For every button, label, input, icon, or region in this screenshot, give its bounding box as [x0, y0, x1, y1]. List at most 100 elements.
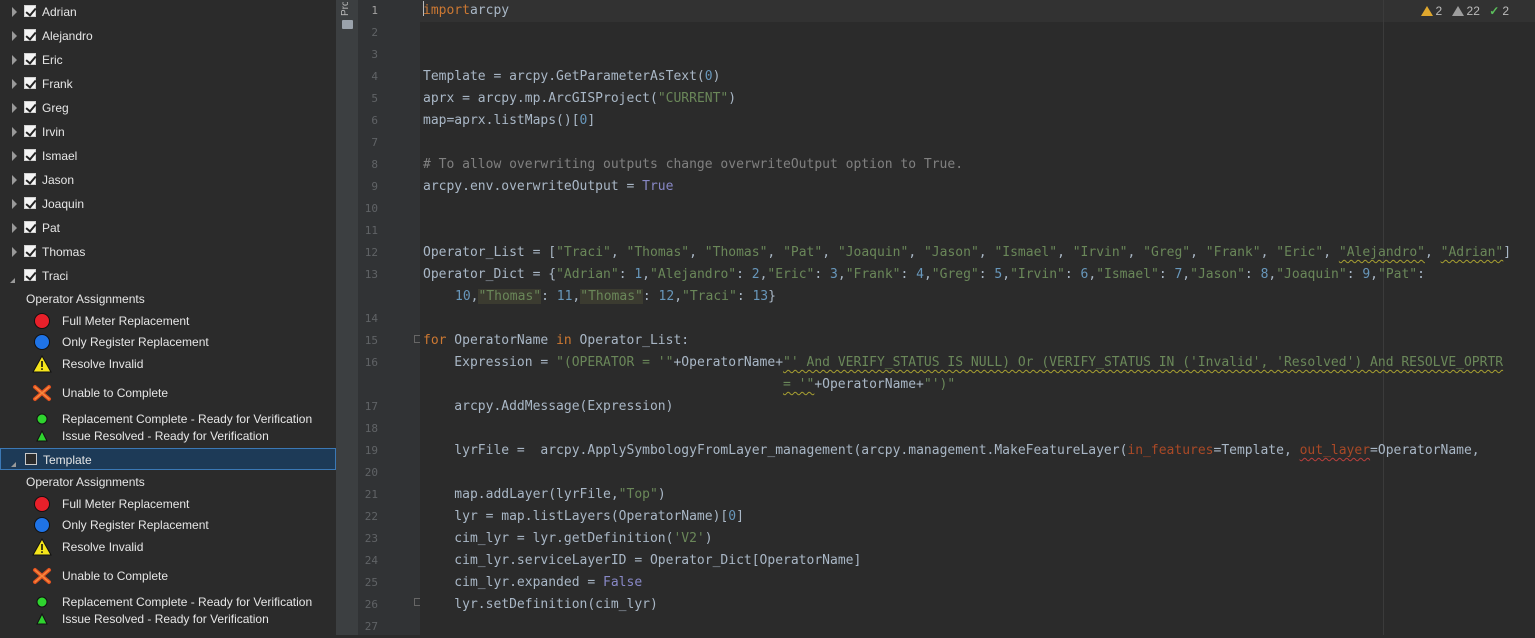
code-token: "Top" — [618, 487, 658, 502]
layer-row[interactable]: Thomas — [0, 241, 336, 263]
layer-row[interactable]: Alejandro — [0, 25, 336, 47]
code-line[interactable]: aprx = arcpy.mp.ArcGISProject("CURRENT") — [423, 88, 736, 110]
layer-visibility-checkbox[interactable] — [24, 5, 37, 17]
code-token: ) — [712, 69, 721, 84]
code-token: , — [1323, 245, 1339, 260]
code-line[interactable]: Template = arcpy.GetParameterAsText(0) — [423, 66, 720, 88]
inspection-widget[interactable]: 2 22 ✓ 2 — [1415, 4, 1509, 20]
layer-visibility-checkbox[interactable] — [24, 101, 37, 113]
layer-row[interactable]: Irvin — [0, 121, 336, 143]
code-line[interactable]: cim_lyr = lyr.getDefinition('V2') — [423, 528, 712, 550]
blue-circle-icon — [34, 334, 50, 350]
project-tab[interactable]: Project — [340, 2, 354, 16]
project-tool-strip: Project — [336, 0, 358, 635]
legend-symbol — [32, 312, 52, 330]
folder-icon[interactable] — [342, 20, 353, 29]
expand-arrow-icon[interactable] — [12, 103, 17, 113]
expand-arrow-icon[interactable] — [12, 247, 17, 257]
code-token: for — [423, 333, 447, 348]
layer-visibility-checkbox[interactable] — [24, 77, 37, 89]
code-line[interactable]: lyrFile = arcpy.ApplySymbologyFromLayer_… — [423, 440, 1479, 462]
legend-item: Unable to Complete — [0, 384, 336, 402]
layer-row[interactable]: Pat — [0, 217, 336, 239]
legend-label: Replacement Complete - Ready for Verific… — [62, 412, 313, 426]
code-token: 3 — [830, 267, 838, 282]
check-icon — [25, 5, 37, 17]
code-line[interactable]: lyr.setDefinition(cim_lyr) — [423, 594, 658, 616]
expand-arrow-icon[interactable] — [12, 175, 17, 185]
expand-arrow-icon[interactable] — [12, 79, 17, 89]
expand-arrow-icon[interactable] — [12, 55, 17, 65]
code-line[interactable]: for OperatorName in Operator_List: — [423, 330, 689, 352]
expand-arrow-icon[interactable] — [12, 151, 17, 161]
layer-visibility-checkbox[interactable] — [24, 125, 37, 137]
layer-visibility-checkbox[interactable] — [24, 245, 37, 257]
layer-visibility-checkbox[interactable] — [24, 29, 37, 41]
line-number: 24 — [364, 554, 378, 567]
legend-label: Issue Resolved - Ready for Verification — [62, 612, 269, 626]
check-icon — [25, 53, 37, 65]
code-line[interactable]: Operator_Dict = {"Adrian": 1,"Alejandro"… — [423, 264, 1425, 286]
code-token: "Jason" — [1190, 267, 1245, 282]
code-token: 4 — [916, 267, 924, 282]
layer-row[interactable]: Adrian — [0, 1, 336, 23]
code-line[interactable]: arcpy.AddMessage(Expression) — [423, 396, 673, 418]
code-line[interactable]: 10,"Thomas": 11,"Thomas": 12,"Traci": 13… — [455, 286, 776, 308]
code-line[interactable]: Operator_List = ["Traci", "Thomas", "Tho… — [423, 242, 1511, 264]
code-line[interactable]: Expression = "(OPERATOR = '"+OperatorNam… — [423, 352, 1503, 374]
layer-row[interactable]: Ismael — [0, 145, 336, 167]
legend-label: Resolve Invalid — [62, 357, 144, 371]
code-line[interactable]: importarcpy — [423, 0, 509, 22]
warning-triangle-icon — [32, 354, 52, 373]
code-token: : — [736, 267, 752, 282]
code-token: arcpy — [469, 3, 510, 18]
code-line[interactable]: cim_lyr.serviceLayerID = Operator_Dict[O… — [423, 550, 861, 572]
expand-arrow-icon[interactable] — [12, 7, 17, 17]
layer-row[interactable]: Greg — [0, 97, 336, 119]
expand-arrow-icon[interactable] — [12, 223, 17, 233]
code-token: : — [1346, 267, 1363, 282]
layer-visibility-checkbox[interactable] — [24, 269, 37, 281]
expand-arrow-icon[interactable] — [11, 457, 16, 467]
layer-visibility-checkbox[interactable] — [24, 149, 37, 161]
code-line[interactable]: cim_lyr.expanded = False — [423, 572, 642, 594]
code-token: "Alejandro" — [1338, 245, 1425, 260]
layer-visibility-checkbox[interactable] — [24, 197, 37, 209]
check-icon — [25, 125, 37, 137]
weak-warnings-count[interactable]: 22 — [1451, 4, 1480, 18]
line-number: 1 — [371, 4, 378, 17]
layer-row[interactable]: Traci — [0, 265, 336, 287]
code-editor[interactable]: 2 22 ✓ 2 importarcpy Template = arcpy.GetP… — [420, 0, 1535, 635]
code-token: "Pat" — [1378, 267, 1418, 282]
layer-row[interactable]: Jason — [0, 169, 336, 191]
layer-row[interactable]: Eric — [0, 49, 336, 71]
code-line[interactable]: = '"+OperatorName+"')" — [783, 374, 955, 396]
code-line[interactable]: map=aprx.listMaps()[0] — [423, 110, 595, 132]
code-token: "' And VERIFY_STATUS IS NULL) Or (VERIFY… — [783, 355, 1504, 370]
layer-visibility-checkbox[interactable] — [25, 453, 37, 465]
legend-item: Unable to Complete — [0, 567, 336, 585]
code-token: : — [978, 267, 995, 282]
layer-visibility-checkbox[interactable] — [24, 173, 37, 185]
layer-row[interactable]: Frank — [0, 73, 336, 95]
expand-arrow-icon[interactable] — [12, 199, 17, 209]
code-line[interactable]: map.addLayer(lyrFile,"Top") — [423, 484, 665, 506]
check-icon — [25, 221, 37, 233]
expand-arrow-icon[interactable] — [12, 31, 17, 41]
code-token: , — [1002, 267, 1011, 282]
green-triangle-icon — [36, 612, 48, 625]
ok-count[interactable]: ✓ 2 — [1489, 4, 1509, 18]
layer-visibility-checkbox[interactable] — [24, 221, 37, 233]
warnings-count[interactable]: 2 — [1420, 4, 1442, 18]
layer-visibility-checkbox[interactable] — [24, 53, 37, 65]
code-line[interactable]: arcpy.env.overwriteOutput = True — [423, 176, 673, 198]
code-token: "Greg" — [931, 267, 979, 282]
layer-row[interactable]: Joaquin — [0, 193, 336, 215]
code-line[interactable]: # To allow overwriting outputs change ov… — [423, 154, 963, 176]
code-token: "Pat" — [783, 245, 823, 260]
code-line[interactable]: lyr = map.listLayers(OperatorName)[0] — [423, 506, 744, 528]
expand-arrow-icon[interactable] — [12, 127, 17, 137]
layer-row[interactable]: Template — [0, 448, 336, 470]
legend-symbol — [32, 567, 52, 585]
expand-arrow-icon[interactable] — [10, 273, 15, 283]
